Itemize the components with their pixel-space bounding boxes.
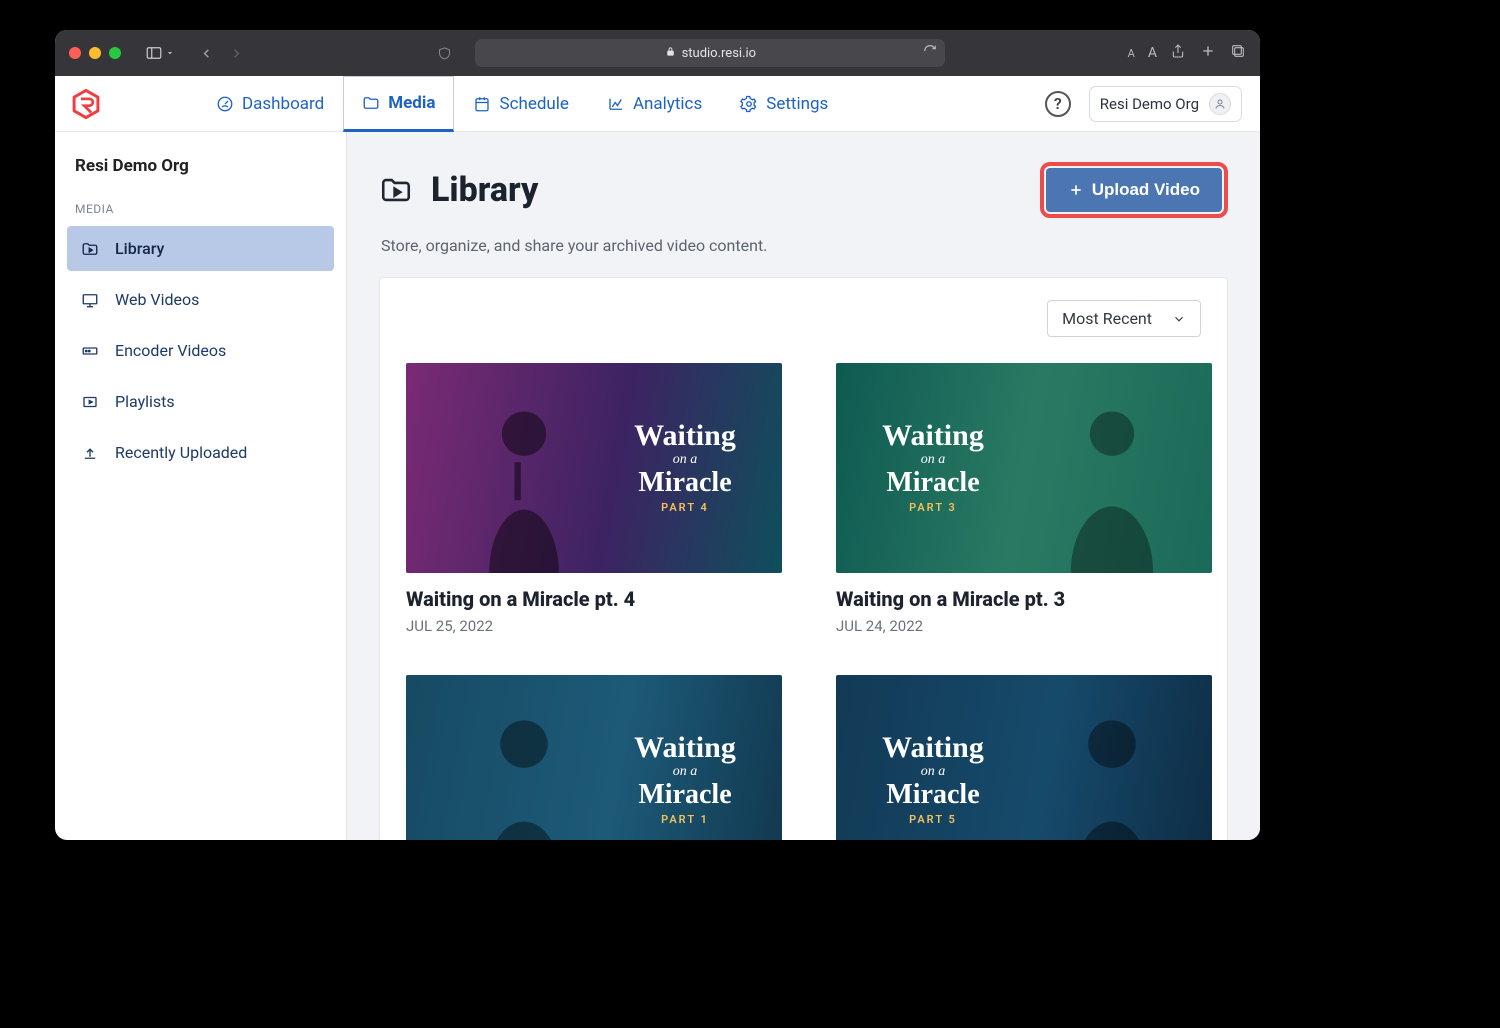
video-date: JUL 25, 2022 [406,617,782,635]
privacy-shield-icon[interactable] [431,40,457,66]
help-button[interactable]: ? [1045,91,1071,117]
encoder-icon [81,342,99,360]
sidebar-org-name: Resi Demo Org [67,156,334,176]
sort-label: Most Recent [1062,309,1152,328]
library-folder-icon [379,173,413,207]
calendar-icon [473,95,491,113]
new-tab-icon[interactable] [1200,43,1216,63]
gauge-icon [216,95,234,113]
video-card[interactable]: Waiting on a Miracle PART 3 Waiting on a… [836,363,1212,635]
resi-logo[interactable] [69,87,103,121]
sidebar-item-label: Playlists [115,392,175,411]
video-thumbnail: Waiting on a Miracle PART 4 [406,363,782,573]
sidebar-item-label: Encoder Videos [115,341,226,360]
sidebar-toggle-button[interactable] [145,44,175,62]
window-controls [69,47,121,59]
video-date: JUL 24, 2022 [836,617,1212,635]
page-subtitle: Store, organize, and share your archived… [381,236,1228,255]
reload-icon[interactable] [923,44,937,62]
browser-window: studio.resi.io A A Dashboard Media [55,30,1260,840]
speaker-silhouette-icon [444,695,604,840]
speaker-silhouette-icon [1032,695,1192,840]
browser-titlebar: studio.resi.io A A [55,30,1260,76]
video-thumbnail: Waiting on a Miracle PART 5 [836,675,1212,840]
nav-schedule[interactable]: Schedule [454,76,587,131]
sidebar-item-recently-uploaded[interactable]: Recently Uploaded [67,430,334,475]
video-thumbnail: Waiting on a Miracle PART 1 [406,675,782,840]
minimize-window-icon[interactable] [89,47,101,59]
nav-label: Settings [766,94,828,114]
video-card[interactable]: Waiting on a Miracle PART 4 Waiting on a… [406,363,782,635]
sidebar-item-label: Library [115,239,164,258]
video-card[interactable]: Waiting on a Miracle PART 1 [406,675,782,840]
text-size-button-large[interactable]: A [1148,45,1156,61]
video-title: Waiting on a Miracle pt. 4 [406,587,782,611]
playlist-icon [81,393,99,411]
monitor-icon [81,291,99,309]
nav-label: Dashboard [242,94,324,114]
upload-icon [81,444,99,462]
sidebar-item-playlists[interactable]: Playlists [67,379,334,424]
nav-settings[interactable]: Settings [721,76,847,131]
sort-dropdown[interactable]: Most Recent [1047,300,1201,337]
url-bar[interactable]: studio.resi.io [475,39,945,67]
back-button[interactable] [193,40,219,66]
video-list-card: Most Recent Waiting on a Miracle [379,277,1228,840]
share-icon[interactable] [1170,43,1186,63]
org-switcher[interactable]: Resi Demo Org [1089,86,1242,122]
main-content: Library Upload Video Store, organize, an… [347,132,1260,840]
page-title: Library [431,170,538,210]
user-avatar-icon [1209,93,1231,115]
close-window-icon[interactable] [69,47,81,59]
app-header: Dashboard Media Schedule Analytics Setti… [55,76,1260,132]
chevron-down-icon [1172,312,1186,326]
tabs-overview-icon[interactable] [1230,43,1246,63]
nav-analytics[interactable]: Analytics [588,76,721,131]
sidebar-item-label: Recently Uploaded [115,443,247,462]
plus-icon [1068,182,1084,198]
folder-icon [362,94,380,112]
fullscreen-window-icon[interactable] [109,47,121,59]
nav-media[interactable]: Media [343,76,454,132]
sidebar: Resi Demo Org MEDIA Library Web Videos E… [55,132,347,840]
gear-icon [740,95,758,113]
speaker-silhouette-icon [1032,383,1192,573]
folder-play-icon [81,240,99,258]
org-name: Resi Demo Org [1100,95,1199,113]
speaker-silhouette-icon [444,383,604,573]
nav-label: Media [388,93,435,113]
lock-icon [665,46,676,60]
forward-button[interactable] [223,40,249,66]
nav-label: Analytics [633,94,702,114]
sidebar-item-encoder-videos[interactable]: Encoder Videos [67,328,334,373]
chart-icon [607,95,625,113]
sidebar-section-label: MEDIA [75,202,334,216]
video-card[interactable]: Waiting on a Miracle PART 5 [836,675,1212,840]
video-title: Waiting on a Miracle pt. 3 [836,587,1212,611]
nav-label: Schedule [499,94,568,114]
url-text: studio.resi.io [682,46,757,61]
upload-label: Upload Video [1092,180,1200,200]
nav-dashboard[interactable]: Dashboard [197,76,343,131]
sidebar-item-library[interactable]: Library [67,226,334,271]
upload-highlight-annotation: Upload Video [1040,162,1228,218]
text-size-button[interactable]: A [1128,47,1134,60]
video-grid: Waiting on a Miracle PART 4 Waiting on a… [406,363,1201,840]
sidebar-item-label: Web Videos [115,290,199,309]
video-thumbnail: Waiting on a Miracle PART 3 [836,363,1212,573]
upload-video-button[interactable]: Upload Video [1046,168,1222,212]
sidebar-item-web-videos[interactable]: Web Videos [67,277,334,322]
main-nav: Dashboard Media Schedule Analytics Setti… [197,76,847,131]
